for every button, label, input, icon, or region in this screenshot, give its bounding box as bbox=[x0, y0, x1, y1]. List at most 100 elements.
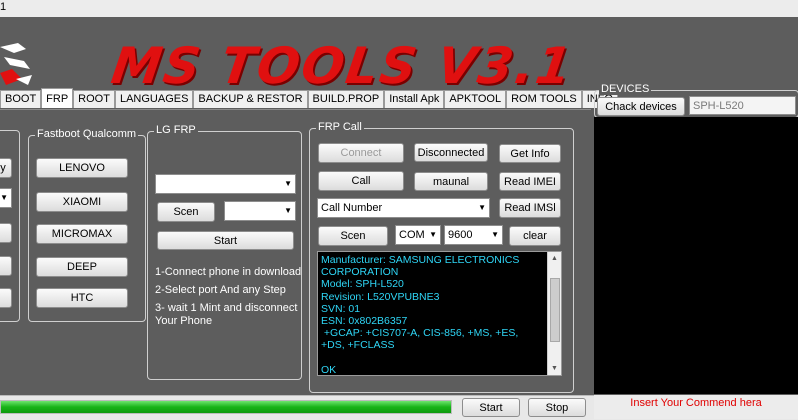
check-devices-button[interactable]: Chack devices bbox=[597, 97, 685, 116]
lenovo-button[interactable]: LENOVO bbox=[36, 158, 128, 178]
devices-group-title: DEVICES bbox=[599, 83, 652, 95]
console-line: OK bbox=[321, 363, 337, 376]
call-label: Call bbox=[351, 175, 371, 187]
chevron-down-icon: ▼ bbox=[491, 230, 499, 239]
read-imsi-label: Read IMSl bbox=[504, 202, 556, 214]
console-line: SVN: 01 bbox=[321, 302, 361, 315]
lg-frp-combo[interactable]: ▼ bbox=[155, 174, 296, 194]
xiaomi-label: XIAOMI bbox=[62, 196, 102, 208]
console-line: Model: SPH-L520 bbox=[321, 278, 404, 291]
devices-panel: DEVICES Chack devices SPH-L520 bbox=[594, 83, 798, 394]
com-port-combo[interactable]: COM ▼ bbox=[395, 225, 441, 245]
tab-boot[interactable]: BOOT bbox=[0, 90, 42, 108]
scroll-up-icon[interactable]: ▲ bbox=[548, 252, 561, 265]
read-imei-label: Read IMEI bbox=[504, 176, 556, 188]
scroll-down-icon[interactable]: ▼ bbox=[548, 362, 561, 375]
htc-label: HTC bbox=[70, 292, 94, 304]
manual-button[interactable]: maunal bbox=[414, 172, 488, 191]
frp-call-group-title: FRP Call bbox=[316, 121, 364, 133]
micromax-button[interactable]: MICROMAX bbox=[36, 224, 128, 244]
connect-button[interactable]: Connect bbox=[318, 143, 404, 163]
device-field-value: SPH-L520 bbox=[693, 100, 744, 112]
tab-root[interactable]: ROOT bbox=[73, 90, 115, 108]
title-bar: 1 bbox=[0, 0, 798, 18]
left-button-2[interactable] bbox=[0, 223, 12, 243]
lg-scan-button[interactable]: Scen bbox=[157, 202, 215, 222]
lg-frp-group-title: LG FRP bbox=[154, 124, 198, 136]
command-hint[interactable]: Insert Your Commend hera bbox=[594, 395, 798, 419]
console-line: Revision: L520VPUBNE3 bbox=[321, 290, 440, 303]
frp-scan-label: Scen bbox=[340, 230, 366, 242]
get-info-label: Get Info bbox=[510, 148, 550, 160]
console-line: CORPORATION bbox=[321, 266, 399, 279]
lg-start-label: Start bbox=[213, 235, 238, 247]
xiaomi-button[interactable]: XIAOMI bbox=[36, 192, 128, 212]
baud-rate-combo[interactable]: 9600 ▼ bbox=[444, 225, 503, 245]
tab-frp[interactable]: FRP bbox=[41, 88, 74, 108]
read-imsi-button[interactable]: Read IMSl bbox=[499, 198, 561, 218]
console-line: ESN: 0x802B6357 bbox=[321, 315, 408, 328]
command-hint-text: Insert Your Commend hera bbox=[630, 397, 762, 409]
call-number-value: Call Number bbox=[321, 202, 383, 214]
htc-button[interactable]: HTC bbox=[36, 288, 128, 308]
left-combo[interactable]: ▼ bbox=[0, 188, 12, 208]
micromax-label: MICROMAX bbox=[51, 228, 113, 240]
logo-icon bbox=[0, 43, 32, 85]
lg-start-button[interactable]: Start bbox=[157, 231, 294, 250]
left-button-label: y bbox=[0, 162, 6, 174]
chevron-down-icon: ▼ bbox=[284, 206, 292, 215]
com-port-value: COM bbox=[399, 229, 425, 241]
tab-rom-tools[interactable]: ROM TOOLS bbox=[506, 90, 582, 108]
lenovo-label: LENOVO bbox=[59, 162, 105, 174]
stop-button[interactable]: Stop bbox=[528, 398, 586, 417]
call-button[interactable]: Call bbox=[318, 171, 404, 191]
console-line: +DS, +FCLASS bbox=[321, 339, 395, 352]
app-banner-title: MS TOOLS V3.1 bbox=[107, 37, 577, 95]
check-devices-label: Chack devices bbox=[605, 101, 677, 113]
chevron-down-icon: ▼ bbox=[478, 203, 486, 212]
deep-label: DEEP bbox=[67, 261, 97, 273]
read-imei-button[interactable]: Read IMEI bbox=[499, 172, 561, 191]
console-scrollbar[interactable]: ▲ ▼ bbox=[547, 252, 561, 375]
lg-scan-label: Scen bbox=[173, 206, 199, 218]
chevron-down-icon: ▼ bbox=[284, 179, 292, 188]
fastboot-group-title: Fastboot Qualcomm bbox=[35, 128, 139, 140]
left-button-4[interactable] bbox=[0, 288, 12, 308]
window-title: 1 bbox=[0, 1, 7, 13]
tab-bar: BOOT FRP ROOT LANGUAGES BACKUP & RESTOR BUILD… bbox=[0, 88, 618, 109]
chevron-down-icon: ▼ bbox=[0, 193, 8, 202]
scroll-thumb[interactable] bbox=[550, 278, 560, 342]
tab-apktool[interactable]: APKTOOL bbox=[444, 90, 507, 108]
lg-port-combo[interactable]: ▼ bbox=[224, 201, 296, 221]
start-label: Start bbox=[479, 402, 503, 414]
chevron-down-icon: ▼ bbox=[429, 230, 437, 239]
connection-status: Disconnected bbox=[414, 143, 488, 162]
banner: MS TOOLS V3.1 bbox=[0, 17, 798, 95]
frp-scan-button[interactable]: Scen bbox=[318, 226, 388, 246]
console-line: Manufacturer: SAMSUNG ELECTRONICS bbox=[321, 254, 520, 266]
frp-call-console[interactable]: Manufacturer: SAMSUNG ELECTRONICS CORPORA… bbox=[317, 251, 562, 376]
clear-label: clear bbox=[523, 230, 547, 242]
start-button[interactable]: Start bbox=[462, 398, 520, 417]
lg-instruction-2: 2-Select port And any Step bbox=[155, 284, 286, 296]
call-number-combo[interactable]: Call Number ▼ bbox=[317, 198, 490, 218]
tab-backup-restor[interactable]: BACKUP & RESTOR bbox=[193, 90, 308, 108]
device-output-area[interactable] bbox=[594, 117, 798, 394]
left-button-3[interactable] bbox=[0, 256, 12, 276]
console-line: +GCAP: +CIS707-A, CIS-856, +MS, +ES, bbox=[321, 327, 519, 340]
deep-button[interactable]: DEEP bbox=[36, 257, 128, 277]
lg-instruction-4: Your Phone bbox=[155, 315, 213, 327]
connect-label: Connect bbox=[340, 147, 382, 159]
tab-languages[interactable]: LANGUAGES bbox=[114, 90, 194, 108]
connection-status-label: Disconnected bbox=[417, 147, 485, 159]
clear-button[interactable]: clear bbox=[509, 226, 561, 246]
device-field[interactable]: SPH-L520 bbox=[689, 96, 796, 115]
tab-install-apk[interactable]: Install Apk bbox=[384, 90, 445, 108]
left-button-1[interactable]: y bbox=[0, 158, 12, 178]
manual-label: maunal bbox=[432, 176, 470, 188]
tab-build-prop[interactable]: BUILD.PROP bbox=[307, 90, 385, 108]
progress-bar bbox=[0, 400, 452, 414]
get-info-button[interactable]: Get Info bbox=[499, 144, 561, 163]
progress-fill bbox=[1, 401, 451, 413]
